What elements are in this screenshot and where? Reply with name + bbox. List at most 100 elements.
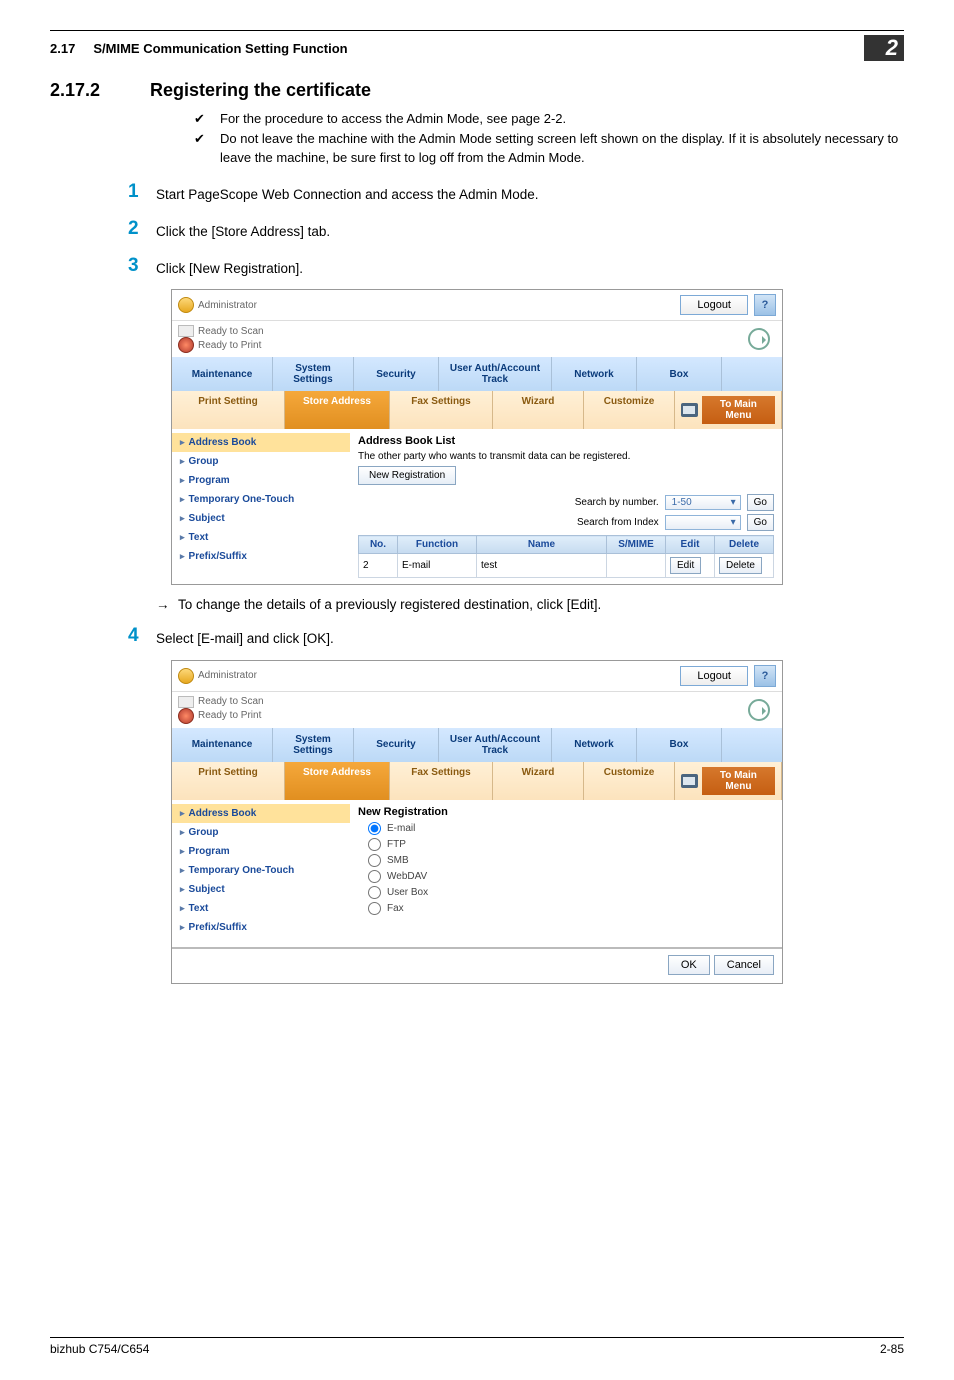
sidebar-item-program[interactable]: Program xyxy=(172,471,350,490)
ready-scan: Ready to Scan xyxy=(198,696,264,707)
admin-icon xyxy=(178,297,194,313)
pane-title: New Registration xyxy=(358,806,774,818)
admin-icon xyxy=(178,668,194,684)
printer-icon xyxy=(178,708,194,724)
radio-userbox[interactable]: User Box xyxy=(368,886,774,899)
delete-button[interactable]: Delete xyxy=(719,557,762,574)
new-registration-button[interactable]: New Registration xyxy=(358,466,456,485)
radio-fax[interactable]: Fax xyxy=(368,902,774,915)
help-button[interactable]: ? xyxy=(754,294,776,316)
step-3-substep: To change the details of a previously re… xyxy=(156,597,904,612)
sidebar-item-prefix[interactable]: Prefix/Suffix xyxy=(172,918,350,937)
printer-icon xyxy=(178,337,194,353)
col-smime: S/MIME xyxy=(607,536,666,554)
tab-maintenance[interactable]: Maintenance xyxy=(172,728,273,762)
subtab-fax-settings[interactable]: Fax Settings xyxy=(390,762,493,800)
to-main-menu-button[interactable]: To Main Menu xyxy=(702,767,775,795)
note-1: For the procedure to access the Admin Mo… xyxy=(194,109,904,129)
tab-system[interactable]: System Settings xyxy=(273,357,354,391)
refresh-icon[interactable] xyxy=(748,699,770,721)
sidebar-item-temporary[interactable]: Temporary One-Touch xyxy=(172,490,350,509)
sidebar-item-prefix[interactable]: Prefix/Suffix xyxy=(172,547,350,566)
step-4-text: Select [E-mail] and click [OK]. xyxy=(156,626,334,649)
heading-num: 2.17.2 xyxy=(50,80,150,101)
sidebar-item-group[interactable]: Group xyxy=(172,823,350,842)
to-main-menu-button[interactable]: To Main Menu xyxy=(702,396,775,424)
section-title: S/MIME Communication Setting Function xyxy=(93,41,347,56)
logout-button[interactable]: Logout xyxy=(680,666,748,686)
tab-security[interactable]: Security xyxy=(354,728,439,762)
col-name: Name xyxy=(477,536,607,554)
subtab-wizard[interactable]: Wizard xyxy=(493,762,584,800)
cancel-button[interactable]: Cancel xyxy=(714,955,774,975)
heading-text: Registering the certificate xyxy=(150,80,371,101)
go-button-2[interactable]: Go xyxy=(747,514,774,531)
tab-auth[interactable]: User Auth/Account Track xyxy=(439,357,552,391)
subtab-customize[interactable]: Customize xyxy=(584,391,675,429)
admin-label: Administrator xyxy=(198,300,257,311)
address-table: No. Function Name S/MIME Edit Delete 2 E… xyxy=(358,535,774,578)
table-row: 2 E-mail test Edit Delete xyxy=(359,554,774,578)
sidebar-item-subject[interactable]: Subject xyxy=(172,880,350,899)
radio-ftp[interactable]: FTP xyxy=(368,838,774,851)
cell-function: E-mail xyxy=(398,554,477,578)
subtab-store-address[interactable]: Store Address xyxy=(285,762,390,800)
refresh-icon[interactable] xyxy=(748,328,770,350)
search-by-number-label: Search by number. xyxy=(575,497,659,508)
footer-model: bizhub C754/C654 xyxy=(50,1342,149,1356)
subtab-fax-settings[interactable]: Fax Settings xyxy=(390,391,493,429)
pane-title: Address Book List xyxy=(358,435,774,447)
sidebar-item-address-book[interactable]: Address Book xyxy=(172,433,350,452)
go-button[interactable]: Go xyxy=(747,494,774,511)
keyboard-icon[interactable] xyxy=(681,403,698,417)
sidebar-item-temporary[interactable]: Temporary One-Touch xyxy=(172,861,350,880)
search-from-index-label: Search from Index xyxy=(577,517,659,528)
radio-webdav[interactable]: WebDAV xyxy=(368,870,774,883)
help-button[interactable]: ? xyxy=(754,665,776,687)
tab-box[interactable]: Box xyxy=(637,728,722,762)
col-no: No. xyxy=(359,536,398,554)
subtab-print-setting[interactable]: Print Setting xyxy=(172,391,285,429)
screenshot-1: Administrator Logout ? Ready to Scan Rea… xyxy=(171,289,783,585)
sidebar-item-subject[interactable]: Subject xyxy=(172,509,350,528)
sidebar-item-address-book[interactable]: Address Book xyxy=(172,804,350,823)
sidebar-item-program[interactable]: Program xyxy=(172,842,350,861)
ready-print: Ready to Print xyxy=(198,710,261,721)
tab-auth[interactable]: User Auth/Account Track xyxy=(439,728,552,762)
ready-print: Ready to Print xyxy=(198,340,261,351)
tab-network[interactable]: Network xyxy=(552,728,637,762)
subtab-customize[interactable]: Customize xyxy=(584,762,675,800)
subtab-wizard[interactable]: Wizard xyxy=(493,391,584,429)
sidebar-item-text[interactable]: Text xyxy=(172,528,350,547)
step-2-text: Click the [Store Address] tab. xyxy=(156,219,330,242)
range-select[interactable]: 1-50 xyxy=(665,495,741,510)
radio-smb[interactable]: SMB xyxy=(368,854,774,867)
step-4-num: 4 xyxy=(128,626,156,645)
edit-button[interactable]: Edit xyxy=(670,557,701,574)
index-select[interactable] xyxy=(665,515,741,530)
tab-system[interactable]: System Settings xyxy=(273,728,354,762)
sidebar-item-group[interactable]: Group xyxy=(172,452,350,471)
col-function: Function xyxy=(398,536,477,554)
tab-network[interactable]: Network xyxy=(552,357,637,391)
pane-desc: The other party who wants to transmit da… xyxy=(358,451,774,462)
ready-scan: Ready to Scan xyxy=(198,326,264,337)
tab-box[interactable]: Box xyxy=(637,357,722,391)
chapter-badge: 2 xyxy=(864,35,904,61)
subtab-store-address[interactable]: Store Address xyxy=(285,391,390,429)
tab-maintenance[interactable]: Maintenance xyxy=(172,357,273,391)
scanner-icon xyxy=(178,696,194,708)
subtab-print-setting[interactable]: Print Setting xyxy=(172,762,285,800)
radio-email[interactable]: E-mail xyxy=(368,822,774,835)
footer-page: 2-85 xyxy=(880,1342,904,1356)
sidebar-item-text[interactable]: Text xyxy=(172,899,350,918)
col-delete: Delete xyxy=(715,536,774,554)
ok-button[interactable]: OK xyxy=(668,955,710,975)
cell-no: 2 xyxy=(359,554,398,578)
tab-security[interactable]: Security xyxy=(354,357,439,391)
step-1-num: 1 xyxy=(128,182,156,201)
scanner-icon xyxy=(178,325,194,337)
logout-button[interactable]: Logout xyxy=(680,295,748,315)
keyboard-icon[interactable] xyxy=(681,774,698,788)
note-2: Do not leave the machine with the Admin … xyxy=(194,129,904,168)
